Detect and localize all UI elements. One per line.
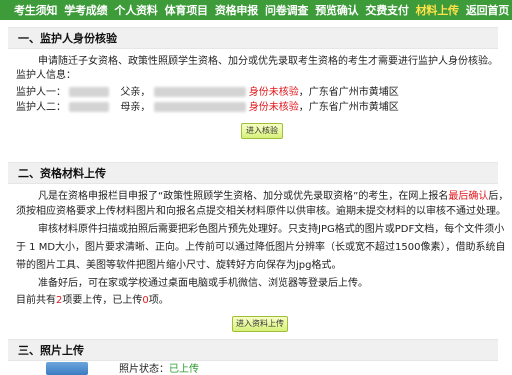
- verify-button[interactable]: 进入核验: [241, 123, 283, 139]
- nav-item-7[interactable]: 预览确认: [315, 2, 358, 18]
- redacted-id: [153, 102, 246, 112]
- final-confirm-text: 最后确认: [448, 191, 489, 202]
- text: 项要上传，已上传: [62, 295, 143, 306]
- guardian-relation: 父亲，: [120, 87, 151, 98]
- photo-status: 照片状态：已上传: [119, 363, 199, 375]
- nav-item-8[interactable]: 交费支付: [365, 2, 408, 18]
- guardian-intro-text: 申请随迁子女资格、政策性照顾学生资格、加分或优先录取考生资格的考生才需要进行监护…: [38, 56, 498, 67]
- nav-item-5[interactable]: 资格申报: [215, 2, 258, 18]
- upload-material-button[interactable]: 进入资料上传: [232, 316, 288, 332]
- material-para-1-line-2: 须按相应资格要求上传材料图片和向报名点提交相关材料原件以供审核。逾期未提交材料的…: [16, 206, 506, 217]
- guardian-info-label: 监护人信息：: [16, 70, 76, 81]
- section-photo-upload-header: 三、照片上传: [8, 339, 498, 361]
- photo-status-value: 已上传: [169, 364, 199, 375]
- guardian-label: 监护人二：: [16, 102, 66, 113]
- photo-status-label: 照片状态：: [119, 364, 169, 375]
- nav-item-1[interactable]: 考生须知: [14, 2, 57, 18]
- guardian-address: ，广东省广州市黄埔区: [298, 102, 399, 113]
- material-para-3: 准备好后，可在家或学校通过桌面电脑或手机微信、浏览器等登录后上传。: [38, 278, 368, 289]
- material-para-1-line-1: 凡是在资格申报栏目申报了“政策性照顾学生资格、加分或优先录取资格”的考生，在网上…: [38, 190, 508, 204]
- guardian-row-2: 监护人二： 母亲， 身份未核验，广东省广州市黄埔区: [16, 101, 399, 115]
- guardian-status: 身份未核验: [248, 102, 299, 113]
- nav-item-3[interactable]: 个人资料: [114, 2, 157, 18]
- section-material-upload-header: 二、资格材料上传: [8, 162, 498, 184]
- student-photo-thumbnail: [46, 362, 88, 375]
- text: 后，: [488, 191, 509, 202]
- redacted-id: [153, 87, 246, 97]
- guardian-status: 身份未核验: [248, 87, 299, 98]
- section-guardian-verify-header: 一、监护人身份核验: [8, 27, 498, 49]
- guardian-relation: 母亲，: [120, 102, 151, 113]
- guardian-address: ，广东省广州市黄埔区: [298, 87, 399, 98]
- nav-item-2[interactable]: 学考成绩: [64, 2, 107, 18]
- redacted-name: [69, 102, 110, 112]
- nav-item-9[interactable]: 材料上传: [416, 2, 459, 18]
- top-nav: 考生须知 学考成绩 个人资料 体育项目 资格申报 问卷调查 预览确认 交费支付 材料上传 返回首页: [0, 0, 512, 20]
- nav-item-6[interactable]: 问卷调查: [265, 2, 308, 18]
- redacted-name: [69, 87, 110, 97]
- guardian-label: 监护人一：: [16, 87, 66, 98]
- text: 项。: [148, 295, 169, 306]
- guardian-row-1: 监护人一： 父亲， 身份未核验，广东省广州市黄埔区: [16, 86, 399, 100]
- text: 凡是在资格申报栏目申报了“政策性照顾学生资格、加分或优先录取资格”的考生，在网上…: [38, 191, 449, 202]
- material-para-2-line-3: 带的图片工具、美图等软件把图片缩小尺寸、旋转好方向保存为jpg格式。: [16, 260, 342, 271]
- material-para-2-line-1: 审核材料原件扫描或拍照后需要把彩色图片预先处理好。只支持JPG格式的图片或PDF…: [38, 224, 505, 235]
- material-para-2-line-2: 于 1 MD大小，图片要求清晰、正向。上传前可以通过降低图片分辨率（长或宽不超过…: [16, 242, 506, 253]
- upload-summary: 目前共有2项要上传，已上传0项。: [16, 294, 169, 308]
- nav-item-4[interactable]: 体育项目: [165, 2, 208, 18]
- nav-item-10[interactable]: 返回首页: [466, 2, 509, 18]
- text: 目前共有: [16, 295, 56, 306]
